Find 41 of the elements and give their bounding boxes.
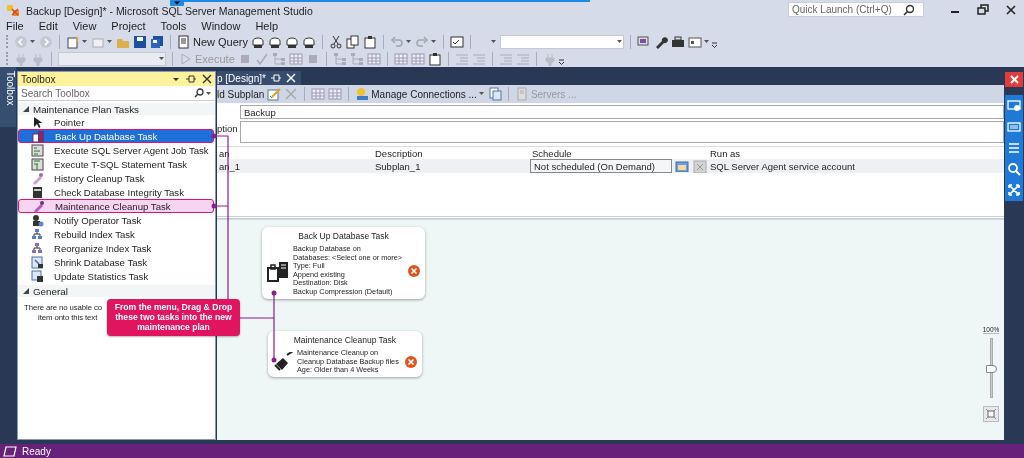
menu-item[interactable]: View: [72, 19, 97, 32]
status-text: Ready: [22, 445, 51, 457]
toolbox-item[interactable]: Check Database Integrity Task: [18, 185, 214, 199]
field-label: ption: [217, 122, 239, 134]
toolbox-item[interactable]: Maintenance Cleanup Task: [18, 199, 214, 213]
toolbox-item[interactable]: Notify Operator Task: [18, 213, 214, 227]
menu-item[interactable]: Help: [255, 19, 279, 32]
toolbox-item[interactable]: Rebuild Index Task: [18, 227, 214, 241]
toolbox-item[interactable]: Pointer: [18, 115, 214, 129]
manage-connections-button[interactable]: Manage Connections ...: [355, 87, 477, 101]
toolbox-item[interactable]: Update Statistics Task: [18, 269, 214, 283]
menu-item[interactable]: Window: [201, 19, 241, 32]
window-title: Backup [Design]* - Microsoft SQL Server Management Studio: [26, 6, 313, 17]
table-cell-text: Subplan_1: [374, 160, 422, 172]
add-subplan-button[interactable]: ld Subplan: [217, 88, 265, 100]
schedule-field[interactable]: Not scheduled (On Demand): [530, 159, 672, 173]
new-query-button[interactable]: New Query: [177, 34, 249, 49]
toolbox-item[interactable]: Execute SQL Server Agent Job Task: [18, 143, 214, 157]
menu-item[interactable]: Project: [111, 19, 146, 32]
group-header[interactable]: General: [18, 285, 215, 297]
column-header: Schedule: [531, 147, 573, 159]
task-title: Back Up Database Task: [297, 230, 390, 243]
toolbox-item[interactable]: Back Up Database Task: [18, 129, 214, 143]
document-tab[interactable]: p [Design]*: [217, 71, 301, 85]
name-field[interactable]: Backup: [240, 105, 1004, 119]
toolbox-item[interactable]: History Cleanup Task: [18, 171, 214, 185]
toolbox-side-tab[interactable]: Toolbox: [0, 67, 16, 127]
toolbox-item[interactable]: Execute T-SQL Statement Task: [18, 157, 214, 171]
toolbox-item[interactable]: Reorganize Index Task: [18, 241, 214, 255]
menu-item[interactable]: File: [6, 19, 24, 32]
callout: From the menu, Drag & Drop these two tasks into the new maintenance plan: [107, 299, 240, 336]
toolbox-item[interactable]: Shrink Database Task: [18, 255, 214, 269]
column-header: Description: [374, 147, 424, 159]
menu-item[interactable]: Tools: [160, 19, 187, 32]
task-title: Maintenance Cleanup Task: [292, 334, 398, 347]
panel-title: Toolbox: [21, 73, 57, 85]
group-header[interactable]: Maintenance Plan Tasks: [18, 103, 215, 115]
table-cell-text: SQL Server Agent service account: [709, 160, 856, 172]
quick-launch-field[interactable]: Quick Launch (Ctrl+Q): [788, 2, 924, 17]
column-header: Run as: [709, 147, 742, 159]
menu-item[interactable]: Edit: [38, 19, 58, 32]
